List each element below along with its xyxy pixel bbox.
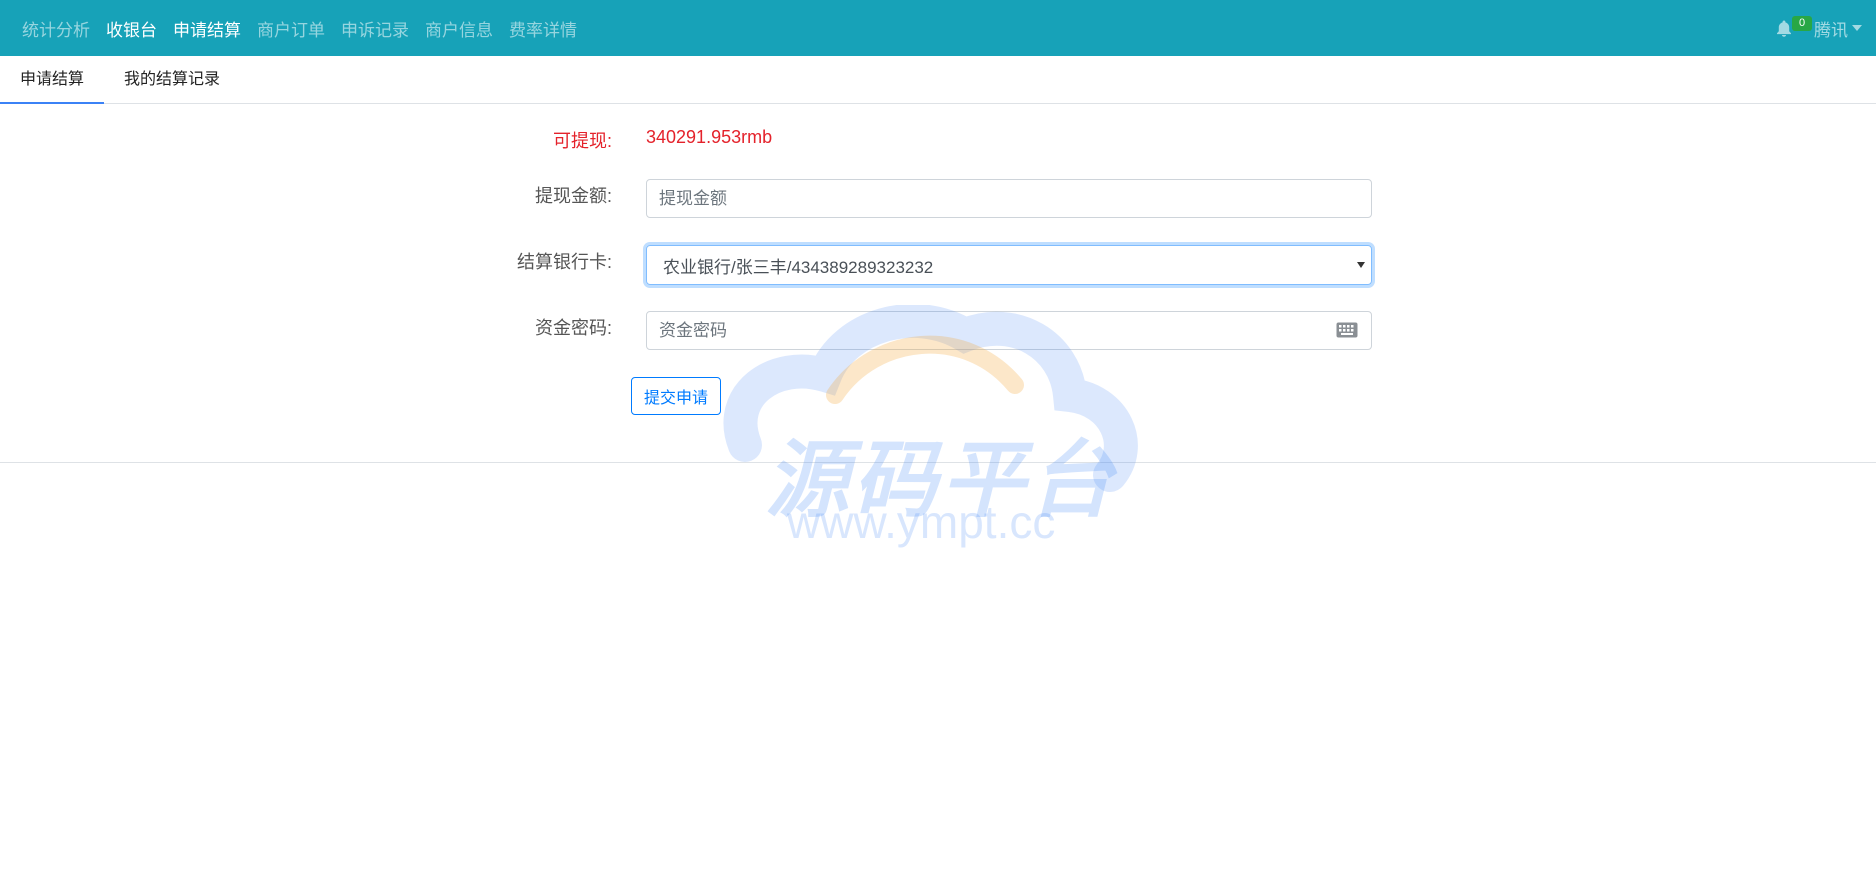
tab-bar: 申请结算 我的结算记录 bbox=[0, 56, 1876, 104]
watermark-url: www.ympt.cc bbox=[787, 496, 1056, 548]
user-name: 腾讯 bbox=[1814, 20, 1848, 40]
notifications-button[interactable]: 0 bbox=[1766, 0, 1812, 56]
nav-item-orders[interactable]: 商户订单 bbox=[249, 16, 333, 41]
select-arrow-icon bbox=[1357, 262, 1365, 268]
bank-card-select[interactable]: 农业银行/张三丰/434389289323232 bbox=[646, 245, 1372, 285]
amount-label: 提现金额: bbox=[534, 186, 612, 206]
tab-apply-settlement[interactable]: 申请结算 bbox=[0, 56, 105, 104]
settlement-form: 可提现: 340291.953rmb 提现金额: 结算银行卡: 农业银行/张三丰… bbox=[0, 105, 1876, 463]
nav-item-complaints[interactable]: 申诉记录 bbox=[333, 16, 417, 41]
nav-item-statistics[interactable]: 统计分析 bbox=[14, 16, 98, 41]
password-label: 资金密码: bbox=[534, 318, 612, 338]
nav-right: 0 腾讯 bbox=[1766, 0, 1862, 56]
notification-count-badge: 0 bbox=[1792, 16, 1812, 31]
user-menu-dropdown[interactable]: 腾讯 bbox=[1806, 16, 1862, 41]
keyboard-icon[interactable] bbox=[1336, 322, 1358, 338]
nav-item-merchant-info[interactable]: 商户信息 bbox=[417, 16, 501, 41]
top-navbar: 统计分析 收银台 申请结算 商户订单 申诉记录 商户信息 费率详情 0 腾讯 bbox=[0, 0, 1876, 56]
password-input[interactable] bbox=[646, 311, 1372, 350]
available-label: 可提现: bbox=[552, 131, 612, 151]
nav-item-cashier[interactable]: 收银台 bbox=[98, 16, 165, 41]
bank-card-label: 结算银行卡: bbox=[516, 252, 612, 272]
nav-item-rates[interactable]: 费率详情 bbox=[501, 16, 585, 41]
tab-settlement-records[interactable]: 我的结算记录 bbox=[104, 56, 240, 104]
nav-menu: 统计分析 收银台 申请结算 商户订单 申诉记录 商户信息 费率详情 bbox=[14, 0, 585, 56]
caret-down-icon bbox=[1852, 25, 1862, 31]
submit-button[interactable]: 提交申请 bbox=[631, 377, 721, 415]
bell-icon bbox=[1777, 20, 1791, 37]
bank-card-selected-value: 农业银行/张三丰/434389289323232 bbox=[663, 257, 934, 277]
amount-input[interactable] bbox=[646, 179, 1372, 218]
available-value: 340291.953rmb bbox=[646, 127, 773, 147]
nav-item-settlement[interactable]: 申请结算 bbox=[165, 16, 249, 41]
